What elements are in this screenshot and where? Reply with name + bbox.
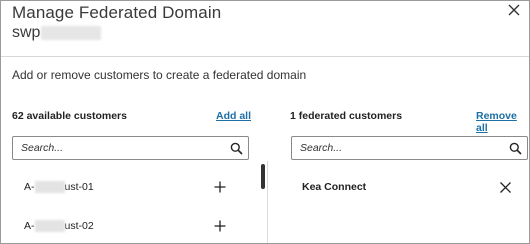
federated-customer-name: Kea Connect	[302, 181, 367, 193]
redacted-text	[41, 26, 102, 40]
redacted-text	[34, 181, 65, 193]
panel-divider	[267, 161, 268, 243]
add-all-link[interactable]: Add all	[216, 110, 251, 122]
customer-suffix: ust-01	[64, 181, 94, 193]
available-search-input[interactable]	[13, 137, 248, 159]
dialog-title: Manage Federated Domain	[12, 3, 222, 22]
list-item[interactable]: Kea Connect	[302, 181, 366, 193]
list-item[interactable]: A-ust-01	[24, 181, 94, 193]
list-item[interactable]: A-ust-02	[24, 220, 94, 232]
add-customer-button[interactable]	[213, 180, 227, 194]
dialog-subtitle: swp	[12, 24, 102, 42]
plus-icon	[214, 181, 226, 193]
close-icon	[508, 4, 520, 16]
federated-customers-heading: 1 federated customers	[290, 110, 403, 122]
manage-federated-domain-dialog: Manage Federated Domain swp Add or remov…	[0, 0, 530, 244]
scrollbar-thumb[interactable]	[261, 164, 265, 189]
remove-all-link[interactable]: Remove all	[476, 110, 529, 134]
federated-search	[291, 136, 528, 160]
search-icon[interactable]	[509, 142, 522, 155]
redacted-text	[34, 220, 65, 232]
close-icon	[499, 181, 511, 193]
available-customers-heading: 62 available customers	[12, 110, 127, 122]
close-dialog-button[interactable]	[505, 1, 523, 19]
customer-prefix: A-	[24, 181, 35, 193]
dialog-description: Add or remove customers to create a fede…	[12, 68, 307, 82]
add-customer-button[interactable]	[213, 219, 227, 233]
customer-suffix: ust-02	[64, 220, 94, 232]
subtitle-prefix: swp	[12, 24, 41, 41]
customer-prefix: A-	[24, 220, 35, 232]
available-search	[12, 136, 249, 160]
header-divider	[1, 56, 529, 57]
plus-icon	[214, 220, 226, 232]
remove-customer-button[interactable]	[498, 180, 512, 194]
federated-search-input[interactable]	[292, 137, 527, 159]
search-icon[interactable]	[230, 142, 243, 155]
